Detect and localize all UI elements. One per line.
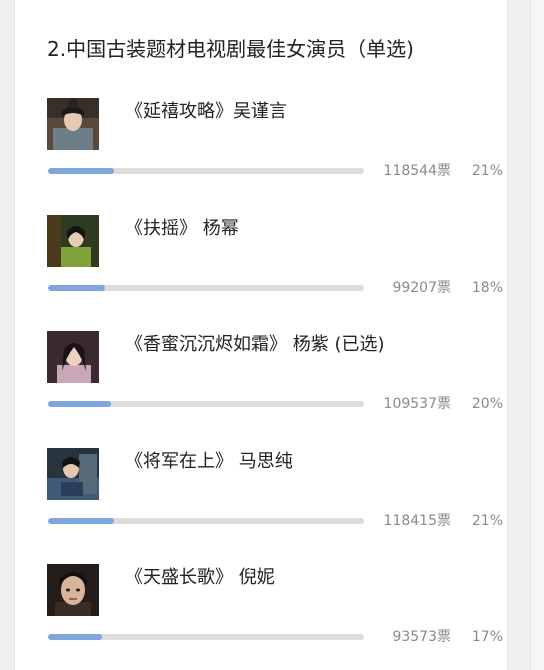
poll-option[interactable]: 《扶摇》 杨幂 99207票 18% [47, 215, 507, 311]
poll-option[interactable]: 《将军在上》 马思纯 118415票 21% [47, 448, 507, 544]
vote-bar [48, 168, 364, 174]
poll-option[interactable]: 《天盛长歌》 倪妮 93573票 17% [47, 564, 507, 660]
portrait-photo-icon[interactable] [47, 448, 99, 500]
portrait-photo-icon[interactable] [47, 98, 99, 150]
option-label[interactable]: 《香蜜沉沉烬如霜》 杨紫 (已选) [125, 331, 495, 359]
vote-count: 93573票 [392, 629, 451, 645]
portrait-photo-icon[interactable] [47, 564, 99, 616]
vote-bar [48, 401, 364, 407]
question-title: 2.中国古装题材电视剧最佳女演员（单选) [47, 37, 414, 61]
poll-option[interactable]: 《香蜜沉沉烬如霜》 杨紫 (已选) 109537票 20% [47, 331, 507, 427]
vote-percent: 21% [471, 163, 503, 179]
option-label[interactable]: 《延禧攻略》吴谨言 [125, 98, 495, 126]
poll-card: 2.中国古装题材电视剧最佳女演员（单选) 《延禧攻略》吴谨言 118544票 2… [14, 0, 508, 670]
vote-bar-fill [48, 518, 115, 524]
page-gutter [508, 0, 544, 670]
vote-bar-fill [48, 285, 105, 291]
vote-percent: 17% [471, 629, 503, 645]
portrait-photo-icon[interactable] [47, 215, 99, 267]
vote-bar [48, 518, 364, 524]
adjacent-panel-edge [530, 0, 544, 670]
vote-percent: 20% [471, 396, 503, 412]
vote-bar-fill [48, 401, 112, 407]
vote-count: 109537票 [383, 396, 451, 412]
poll-option[interactable]: 《延禧攻略》吴谨言 118544票 21% [47, 98, 507, 194]
option-label[interactable]: 《将军在上》 马思纯 [125, 448, 495, 476]
option-label[interactable]: 《扶摇》 杨幂 [125, 215, 495, 243]
vote-bar-fill [48, 634, 102, 640]
vote-percent: 21% [471, 513, 503, 529]
vote-count: 118544票 [383, 163, 451, 179]
vote-bar [48, 634, 364, 640]
vote-bar-fill [48, 168, 115, 174]
vote-percent: 18% [471, 280, 503, 296]
option-label[interactable]: 《天盛长歌》 倪妮 [125, 564, 495, 592]
portrait-photo-icon[interactable] [47, 331, 99, 383]
vote-count: 118415票 [383, 513, 451, 529]
vote-count: 99207票 [392, 280, 451, 296]
vote-bar [48, 285, 364, 291]
